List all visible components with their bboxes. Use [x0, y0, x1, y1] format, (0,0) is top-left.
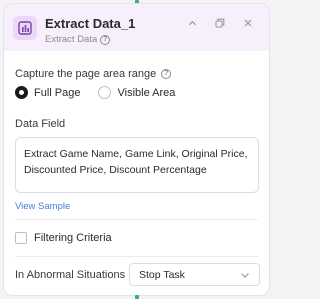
- close-icon: [244, 19, 252, 27]
- abnormal-situations-label: In Abnormal Situations: [15, 269, 126, 281]
- data-field-textarea[interactable]: Extract Game Name, Game Link, Original P…: [15, 137, 259, 193]
- data-field-label: Data Field: [15, 118, 66, 130]
- radio-visible-area[interactable]: Visible Area: [98, 86, 175, 99]
- bottom-connector-handle[interactable]: [135, 295, 139, 299]
- filtering-criteria-label: Filtering Criteria: [34, 232, 112, 244]
- table-chart-icon: [13, 16, 37, 40]
- radio-unselected-indicator: [98, 86, 112, 99]
- view-sample-link[interactable]: View Sample: [15, 201, 70, 212]
- capture-range-label: Capture the page area range ?: [15, 68, 172, 80]
- divider: [15, 219, 258, 220]
- node-type-label: Extract Data: [45, 34, 98, 45]
- close-button[interactable]: [241, 16, 255, 30]
- radio-selected-indicator: [15, 86, 28, 99]
- chevron-down-icon: [241, 272, 249, 278]
- select-value: Stop Task: [139, 268, 185, 281]
- abnormal-situations-select[interactable]: Stop Task: [129, 263, 260, 286]
- radio-visible-area-label: Visible Area: [117, 86, 176, 99]
- radio-full-page-label: Full Page: [34, 86, 81, 99]
- node-title: Extract Data_1: [45, 16, 136, 31]
- capture-range-radio-group: Full Page Visible Area: [15, 86, 175, 99]
- duplicate-button[interactable]: [213, 16, 227, 30]
- radio-full-page[interactable]: Full Page: [15, 86, 80, 99]
- node-header: Extract Data_1 Extract Data ?: [4, 4, 269, 51]
- extract-data-node-panel: Extract Data_1 Extract Data ? Capture th…: [3, 3, 270, 296]
- divider: [15, 256, 258, 257]
- collapse-button[interactable]: [185, 16, 199, 30]
- capture-help-icon[interactable]: ?: [161, 69, 172, 79]
- chevron-up-icon: [188, 20, 196, 25]
- copy-icon: [215, 18, 225, 28]
- filtering-criteria-checkbox[interactable]: Filtering Criteria: [15, 232, 112, 244]
- help-icon[interactable]: ?: [100, 34, 111, 45]
- checkbox-box: [15, 232, 27, 244]
